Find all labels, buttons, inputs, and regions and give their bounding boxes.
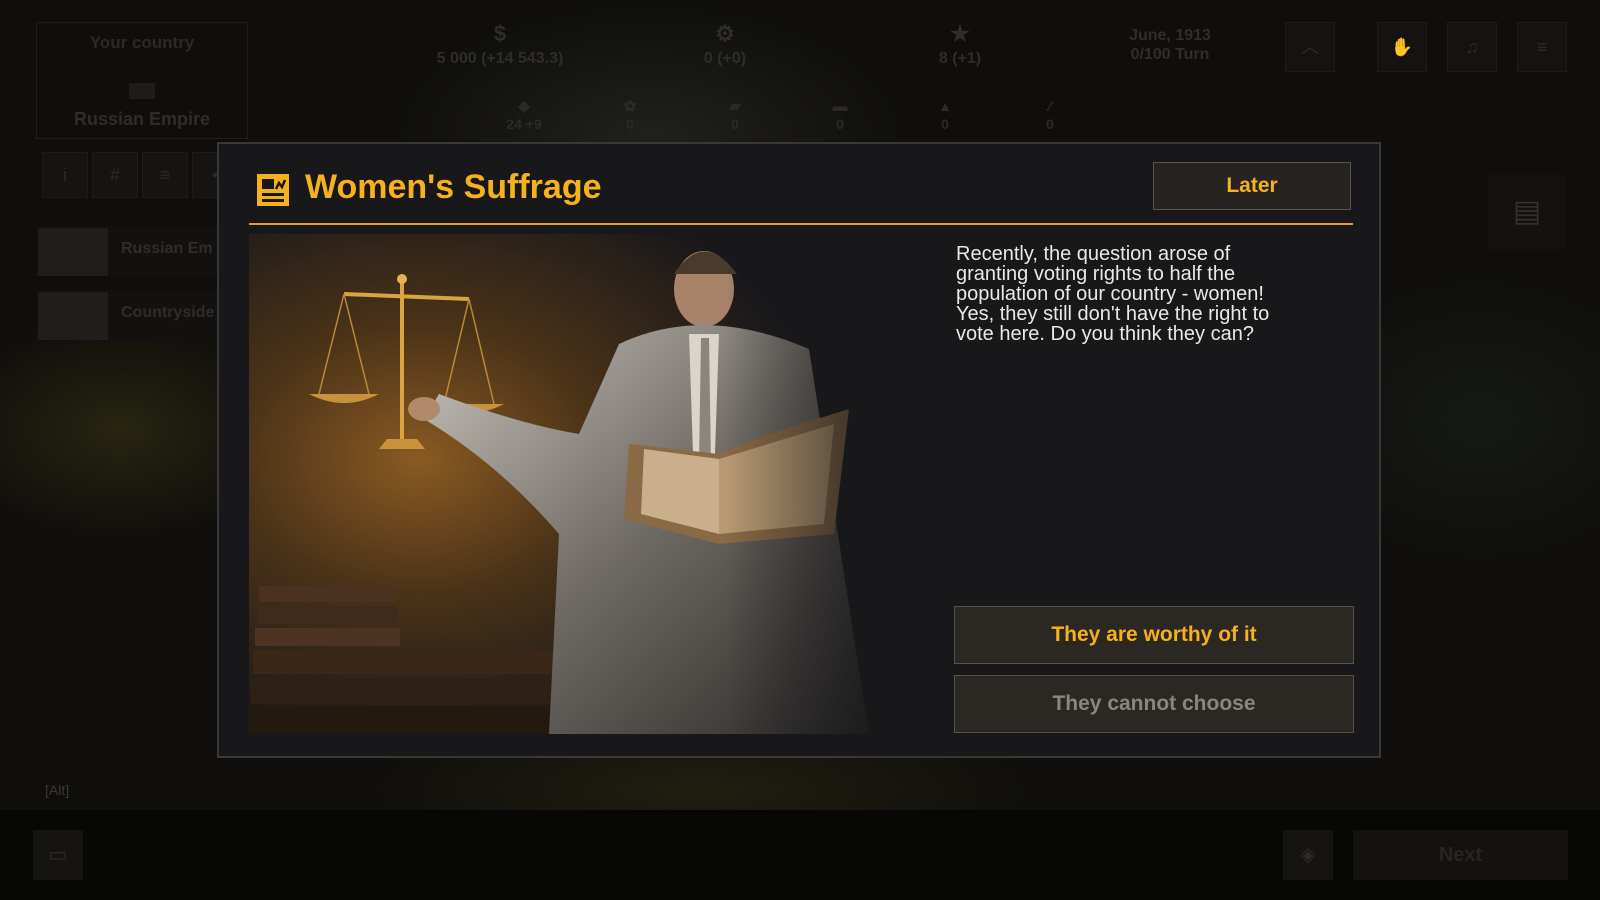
chevron-up-icon[interactable]: ︿ — [1285, 22, 1335, 72]
oil-icon: ▴ — [941, 98, 949, 115]
list-item[interactable]: Countryside — [36, 290, 236, 340]
dollar-icon: $ — [493, 21, 507, 46]
money-value: 5 000 (+14 543.3) — [436, 50, 564, 67]
star-icon: ★ — [950, 21, 970, 46]
wood-icon: ▰ — [729, 98, 741, 115]
resource-2[interactable]: ✿ 0 — [600, 98, 660, 132]
event-title: Women's Suffrage — [305, 168, 602, 206]
resource-value: 24 +9 — [506, 116, 542, 132]
choice-cannot-button[interactable]: They cannot choose — [954, 675, 1354, 733]
country-name: Russian Empire — [73, 109, 211, 129]
prestige-value: 8 (+1) — [938, 50, 982, 67]
resource-4[interactable]: ▬ 0 — [810, 98, 870, 132]
resource-3[interactable]: ▰ 0 — [705, 98, 765, 132]
list-item-label: Countryside — [121, 304, 215, 321]
alt-hint: [Alt] — [45, 782, 70, 798]
date-label: June, 1913 — [1129, 27, 1211, 44]
your-country-panel[interactable]: Your country Russian Empire — [36, 22, 248, 139]
event-illustration — [249, 234, 929, 734]
news-side-button[interactable]: ▤ — [1488, 175, 1566, 249]
chat-icon[interactable]: ▭ — [33, 830, 83, 880]
event-description: Recently, the question arose of granting… — [956, 243, 1270, 345]
country-flag — [129, 83, 155, 99]
title-divider — [249, 223, 1353, 225]
grain-icon: ✿ — [623, 98, 637, 115]
turn-counter: 0/100 Turn — [1130, 46, 1210, 63]
prestige-stat[interactable]: ★ 8 (+1) — [915, 22, 1005, 68]
resource-value: 0 — [836, 116, 844, 132]
gear-icon: ⚙ — [715, 21, 735, 46]
ore-icon: ◆ — [518, 98, 530, 115]
event-dialog: Women's Suffrage Later Recently, the que… — [217, 142, 1381, 758]
influence-value: 0 (+0) — [703, 50, 747, 67]
influence-stat[interactable]: ⚙ 0 (+0) — [680, 22, 770, 68]
list-item[interactable]: Russian Em — [36, 226, 236, 276]
grid-icon[interactable]: # — [92, 152, 138, 198]
resource-6[interactable]: ⁄ 0 — [1020, 98, 1080, 132]
list-thumbnail — [38, 292, 108, 340]
money-stat[interactable]: $ 5 000 (+14 543.3) — [420, 22, 580, 68]
newspaper-icon — [257, 174, 289, 206]
bell-icon[interactable]: ♫ — [1447, 22, 1497, 72]
resource-1[interactable]: ◆ 24 +9 — [494, 98, 554, 132]
resource-5[interactable]: ▴ 0 — [915, 98, 975, 132]
next-turn-button[interactable]: Next — [1353, 830, 1568, 880]
menu-icon[interactable]: ≡ — [1517, 22, 1567, 72]
resource-value: 0 — [731, 116, 739, 132]
your-country-label: Your country — [89, 33, 195, 52]
list-item-label: Russian Em — [121, 240, 213, 257]
layers-icon[interactable]: ◈ — [1283, 830, 1333, 880]
resource-value: 0 — [1046, 116, 1054, 132]
resource-value: 0 — [941, 116, 949, 132]
document-icon[interactable]: ≡ — [142, 152, 188, 198]
info-icon[interactable]: i — [42, 152, 88, 198]
metal-icon: ▬ — [832, 98, 848, 115]
list-thumbnail — [38, 228, 108, 276]
resource-value: 0 — [626, 116, 634, 132]
game-date: June, 1913 0/100 Turn — [1100, 26, 1240, 64]
later-button[interactable]: Later — [1153, 162, 1351, 210]
weapon-icon: ⁄ — [1048, 98, 1052, 115]
diplomacy-icon[interactable]: ✋ — [1377, 22, 1427, 72]
choice-worthy-button[interactable]: They are worthy of it — [954, 606, 1354, 664]
